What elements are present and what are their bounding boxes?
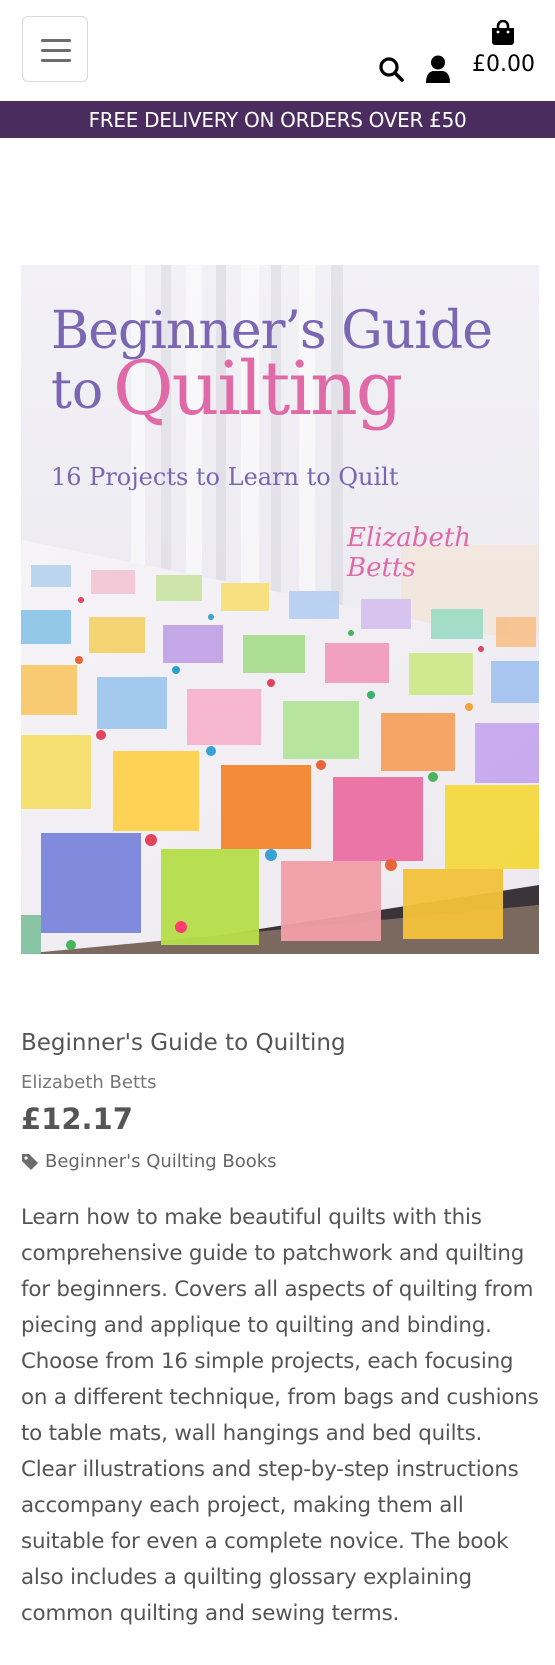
- cover-author: Elizabeth Betts: [347, 523, 472, 583]
- cover-title-to: to: [51, 361, 104, 421]
- product-category: Beginner's Quilting Books: [21, 1151, 277, 1172]
- user-icon[interactable]: [425, 55, 451, 83]
- product-author: Elizabeth Betts: [21, 1072, 157, 1093]
- search-icon[interactable]: [378, 56, 404, 82]
- cart-total[interactable]: £0.00: [472, 52, 552, 77]
- product-name: Beginner's Guide to Quilting: [21, 1030, 346, 1056]
- product-image: Beginner’s Guide to Quilting 16 Projects…: [21, 265, 539, 954]
- tag-icon: [22, 1153, 38, 1170]
- menu-bar: [41, 59, 71, 62]
- menu-bar: [41, 39, 71, 42]
- category-link[interactable]: Beginner's Quilting Books: [45, 1151, 277, 1172]
- site-header: £0.00: [0, 0, 555, 100]
- shopping-bag-icon[interactable]: [490, 20, 516, 46]
- hamburger-menu-icon[interactable]: [22, 16, 88, 82]
- product-description: Learn how to make beautiful quilts with …: [21, 1205, 539, 1626]
- menu-bar: [41, 49, 71, 52]
- product-price: £12.17: [21, 1102, 133, 1136]
- cover-title-quilting: Quilting: [113, 346, 403, 432]
- delivery-banner: FREE DELIVERY ON ORDERS OVER £50: [0, 101, 555, 138]
- cover-subtitle: 16 Projects to Learn to Quilt: [51, 463, 399, 491]
- delivery-banner-text: FREE DELIVERY ON ORDERS OVER £50: [88, 107, 467, 132]
